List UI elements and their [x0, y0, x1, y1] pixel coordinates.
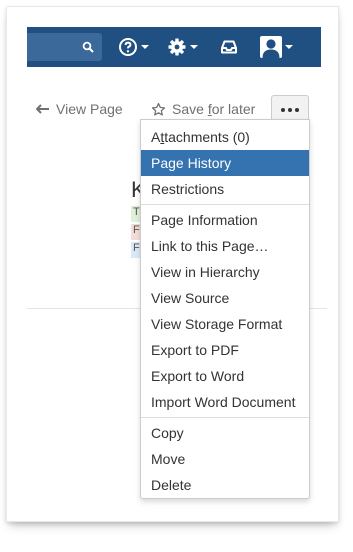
more-actions-menu: Attachments (0) Page History Restriction… — [140, 119, 310, 499]
screenshot-frame: View Page Save for later K T F F Attachm… — [6, 6, 339, 522]
user-avatar-icon — [262, 39, 280, 58]
view-page-label: View Page — [56, 101, 123, 117]
search-icon — [82, 41, 94, 53]
menu-item-view-source[interactable]: View Source — [141, 285, 309, 311]
menu-item-view-storage-format[interactable]: View Storage Format — [141, 311, 309, 337]
search-input[interactable] — [27, 33, 102, 61]
menu-item-move[interactable]: Move — [141, 446, 309, 472]
menu-item-link-to-page[interactable]: Link to this Page… — [141, 233, 309, 259]
menu-item-page-history[interactable]: Page History — [141, 150, 309, 176]
menu-item-export-word[interactable]: Export to Word — [141, 363, 309, 389]
menu-item-page-information[interactable]: Page Information — [141, 207, 309, 233]
inbox-tray-icon — [221, 40, 237, 54]
menu-item-import-word[interactable]: Import Word Document — [141, 389, 309, 415]
user-menu-button[interactable] — [260, 33, 293, 61]
menu-item-export-pdf[interactable]: Export to PDF — [141, 337, 309, 363]
view-page-link[interactable]: View Page — [36, 94, 123, 124]
menu-divider — [141, 204, 309, 205]
avatar — [260, 36, 282, 58]
menu-item-restrictions[interactable]: Restrictions — [141, 176, 309, 202]
chevron-down-icon — [285, 45, 293, 49]
menu-item-view-in-hierarchy[interactable]: View in Hierarchy — [141, 259, 309, 285]
star-outline-icon — [151, 102, 166, 116]
menu-item-delete[interactable]: Delete — [141, 472, 309, 498]
menu-divider — [141, 417, 309, 418]
menu-item-attachments[interactable]: Attachments (0) — [141, 124, 309, 150]
chevron-down-icon — [190, 45, 198, 49]
help-button[interactable] — [118, 33, 149, 61]
app-header — [27, 27, 321, 67]
back-arrow-icon — [36, 104, 49, 114]
settings-button[interactable] — [167, 33, 198, 61]
gear-icon — [168, 38, 186, 56]
chevron-down-icon — [141, 45, 149, 49]
question-circle-icon — [119, 38, 137, 56]
notifications-button[interactable] — [219, 33, 239, 61]
save-for-later-label: Save for later — [172, 101, 256, 117]
ellipsis-icon — [281, 108, 285, 112]
menu-item-copy[interactable]: Copy — [141, 420, 309, 446]
